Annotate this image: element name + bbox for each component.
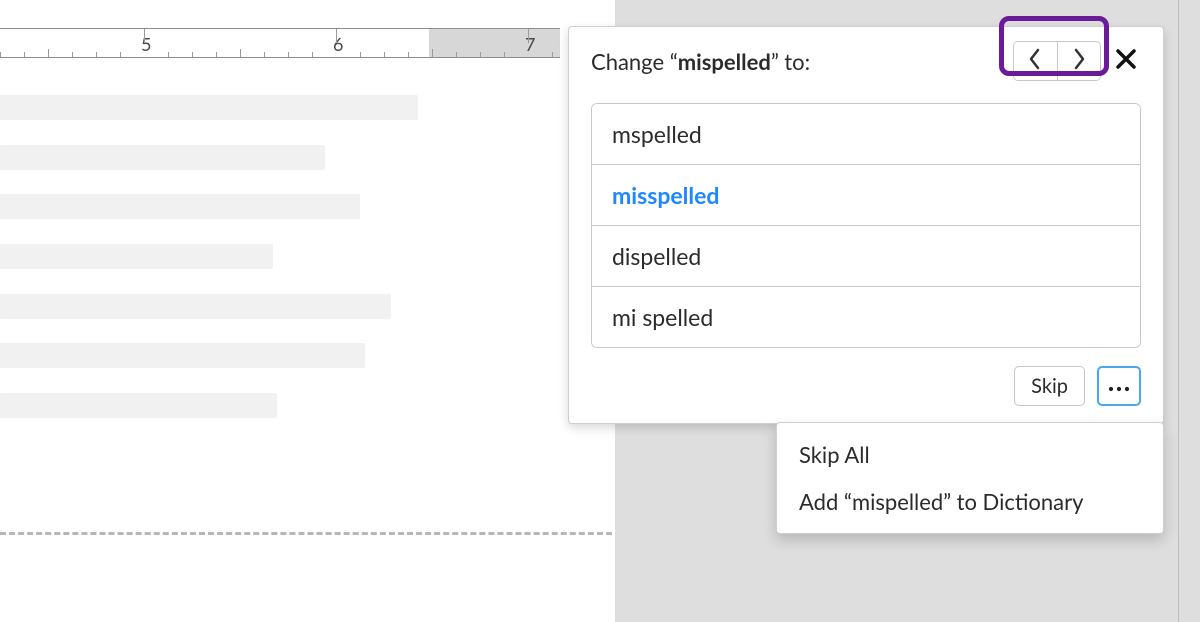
ruler-number: 7 <box>525 33 535 55</box>
suggestion-list: mspelled misspelled dispelled mi spelled <box>591 103 1141 348</box>
doc-text-line <box>0 244 273 269</box>
next-error-button[interactable] <box>1057 42 1101 80</box>
page-break-line <box>0 532 612 535</box>
doc-text-line <box>0 194 360 219</box>
chevron-right-icon <box>1072 48 1086 75</box>
ruler-number: 5 <box>141 33 151 55</box>
more-actions-button[interactable] <box>1097 366 1141 406</box>
menu-add-word: mispelled <box>852 488 943 515</box>
doc-text-line <box>0 393 277 418</box>
ruler-number: 6 <box>333 33 343 55</box>
suggestion-item[interactable]: mi spelled <box>592 286 1140 347</box>
spellcheck-prompt: Change “mispelled” to: <box>591 48 810 75</box>
doc-text-line <box>0 145 325 170</box>
doc-text-line <box>0 343 365 368</box>
menu-add-to-dictionary[interactable]: Add “mispelled” to Dictionary <box>777 478 1163 525</box>
suggestion-item[interactable]: misspelled <box>592 164 1140 225</box>
prompt-prefix: Change “ <box>591 48 678 75</box>
prev-error-button[interactable] <box>1014 42 1057 80</box>
menu-add-prefix: Add “ <box>799 488 852 515</box>
suggestion-item[interactable]: dispelled <box>592 225 1140 286</box>
skip-button[interactable]: Skip <box>1014 366 1085 406</box>
suggestion-item[interactable]: mspelled <box>592 104 1140 164</box>
doc-text-line <box>0 95 418 120</box>
menu-add-suffix: ” to Dictionary <box>943 488 1083 515</box>
close-button[interactable] <box>1111 46 1141 76</box>
more-icon <box>1108 377 1130 396</box>
more-actions-menu: Skip All Add “mispelled” to Dictionary <box>776 422 1164 534</box>
nav-group <box>1013 41 1101 81</box>
menu-skip-all[interactable]: Skip All <box>777 431 1163 478</box>
vertical-scrollbar-track[interactable] <box>1178 0 1179 622</box>
spellcheck-popup: Change “mispelled” to: <box>568 26 1164 424</box>
doc-text-line <box>0 294 391 319</box>
close-icon <box>1115 48 1137 74</box>
prompt-word: mispelled <box>678 48 771 75</box>
chevron-left-icon <box>1028 48 1042 75</box>
horizontal-ruler: 5 6 7 <box>0 28 560 58</box>
ruler-margin-shade <box>429 29 560 57</box>
prompt-suffix: ” to: <box>771 48 810 75</box>
